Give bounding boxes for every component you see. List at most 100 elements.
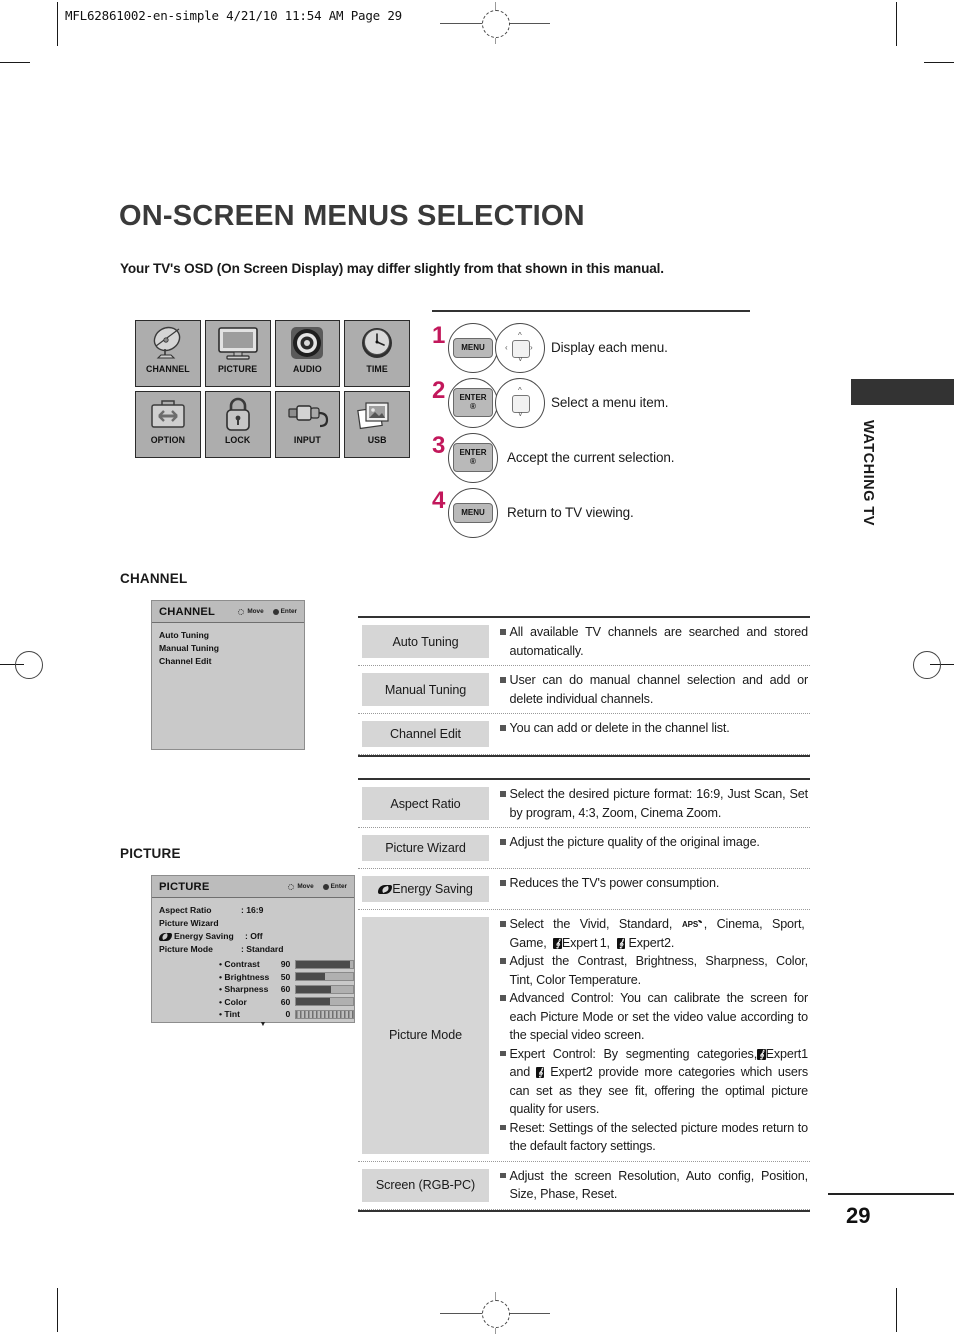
- print-slug: MFL62861002-en-simple 4/21/10 11:54 AM P…: [65, 8, 402, 23]
- row-desc-cell: Adjust the picture quality of the origin…: [493, 828, 810, 868]
- aps-logo-icon: APS: [682, 916, 704, 929]
- registration-mark-left: [8, 640, 48, 688]
- slider-bar[interactable]: [295, 959, 354, 969]
- steps-list: 1 MENU ^ ˅ ‹ › Display each menu. 2 ENTE…: [432, 310, 752, 540]
- osd-hint-enter: Enter: [322, 883, 347, 890]
- osd-item-value: : 16:9: [241, 905, 264, 915]
- bullet-square-icon: [500, 791, 506, 797]
- menu-icon-picture[interactable]: PICTURE: [204, 320, 271, 387]
- menu-icon-label: AUDIO: [292, 364, 322, 374]
- osd-slider-row[interactable]: • Brightness 50: [219, 971, 354, 984]
- steps-top-rule: [432, 310, 750, 312]
- slider-bar[interactable]: [295, 984, 354, 994]
- slider-label: • Color: [219, 996, 247, 1007]
- expert-badge-icon: 𝄞: [553, 937, 562, 949]
- menu-icon-audio[interactable]: AUDIO: [274, 320, 341, 387]
- bullet-item: Reduces the TV's power consumption.: [500, 874, 808, 893]
- crop-mark-top-right-h: [924, 62, 954, 63]
- menu-icon-label: CHANNEL: [146, 364, 190, 374]
- dpad-4way-icon: ^ ˅ ‹ ›: [505, 330, 533, 364]
- menu-icon-usb[interactable]: USB: [344, 391, 410, 458]
- table-row: Channel Edit You can add or delete in th…: [358, 714, 810, 755]
- eco-icon: [378, 884, 393, 894]
- channel-osd-panel: CHANNEL Move Enter Auto Tuning Manual Tu…: [151, 600, 305, 750]
- osd-menu-item[interactable]: Aspect Ratio : 16:9: [159, 904, 354, 917]
- tv-monitor-icon: [206, 321, 270, 365]
- menu-key-button[interactable]: MENU: [448, 322, 498, 373]
- osd-menu-item[interactable]: Manual Tuning: [159, 642, 304, 655]
- slider-bar[interactable]: [295, 997, 354, 1007]
- osd-menu-item[interactable]: Energy Saving : Off: [159, 930, 354, 943]
- osd-slider-row[interactable]: • Contrast 90: [219, 958, 354, 971]
- enter-key-button[interactable]: ENTER ®: [448, 377, 498, 428]
- bullet-square-icon: [500, 995, 506, 1001]
- bullet-item: Advanced Control: You can calibrate the …: [500, 989, 808, 1045]
- table-row: Picture Wizard Adjust the picture qualit…: [358, 828, 810, 869]
- eco-icon: [159, 932, 172, 941]
- toolbox-icon: [136, 392, 200, 436]
- row-name-label: Picture Mode: [362, 917, 489, 1154]
- osd-menu-item[interactable]: Auto Tuning: [159, 629, 304, 642]
- row-name-label: Picture Wizard: [362, 835, 489, 861]
- dpad-4way-key[interactable]: ^ ˅ ‹ ›: [495, 322, 545, 373]
- sidebar-section-label: WATCHING TV: [860, 420, 876, 526]
- menu-icon-lock[interactable]: LOCK: [204, 391, 271, 458]
- osd-menu-item[interactable]: Channel Edit: [159, 655, 304, 668]
- crop-mark-top-right-v: [896, 2, 897, 46]
- channel-description-table: Auto Tuning All available TV channels ar…: [358, 616, 810, 757]
- osd-hint-move-label: Move: [247, 608, 264, 615]
- bullet-square-icon: [500, 725, 506, 731]
- osd-item-value: : Standard: [241, 944, 284, 954]
- menu-key-label: MENU: [453, 337, 493, 358]
- step-1: 1 MENU ^ ˅ ‹ › Display each menu.: [432, 320, 752, 375]
- osd-hint-move: Move: [287, 883, 314, 891]
- slider-bar[interactable]: [295, 1009, 354, 1019]
- row-desc-cell: Select the Vivid, Standard, APS , Cinema…: [493, 910, 810, 1161]
- enter-key-text: ENTER: [459, 448, 487, 457]
- osd-item-label: Aspect Ratio: [159, 905, 212, 915]
- rca-plug-icon: [276, 392, 340, 436]
- dpad-updown-icon: ^ ˅: [505, 386, 535, 418]
- osd-menu-item[interactable]: Picture Mode : Standard: [159, 943, 354, 956]
- table-row: Energy Saving Reduces the TV's power con…: [358, 869, 810, 910]
- row-name-label: Manual Tuning: [362, 673, 489, 706]
- svg-text:APS: APS: [682, 920, 699, 929]
- row-name-cell: Aspect Ratio: [358, 780, 493, 827]
- row-name-label: Channel Edit: [362, 721, 489, 747]
- menu-icon-channel[interactable]: CHANNEL: [135, 320, 201, 387]
- dpad-updown-key[interactable]: ^ ˅: [495, 377, 545, 428]
- row-desc-cell: User can do manual channel selection and…: [493, 666, 810, 713]
- menu-icon-input[interactable]: INPUT: [274, 391, 341, 458]
- row-name-cell: Screen (RGB-PC): [358, 1162, 493, 1209]
- slider-bar[interactable]: [295, 972, 354, 982]
- osd-item-label: Energy Saving: [174, 931, 234, 941]
- enter-key-button[interactable]: ENTER ®: [448, 432, 498, 483]
- bullet-square-icon: [500, 1050, 506, 1056]
- osd-slider-row[interactable]: • Color 60: [219, 996, 354, 1009]
- osd-item-value: : Off: [245, 931, 263, 941]
- osd-slider-row[interactable]: • Tint 0: [219, 1008, 354, 1021]
- crop-mark-top-left-v: [57, 2, 58, 46]
- osd-menu-item[interactable]: Picture Wizard: [159, 917, 354, 930]
- osd-more-caret[interactable]: ▼: [219, 1021, 307, 1029]
- menu-icon-time[interactable]: TIME: [344, 320, 410, 387]
- enter-dot-icon: [272, 608, 279, 615]
- menu-key-button[interactable]: MENU: [448, 487, 498, 538]
- table-row: Manual Tuning User can do manual channel…: [358, 666, 810, 714]
- satellite-dish-icon: [136, 321, 200, 365]
- bullet-square-icon: [500, 958, 506, 964]
- enter-key-label: ENTER ®: [453, 388, 493, 417]
- menu-icon-option[interactable]: OPTION: [135, 391, 201, 458]
- step-number: 1: [432, 322, 446, 349]
- row-name-cell: Picture Mode: [358, 910, 493, 1161]
- slider-value: 60: [280, 984, 291, 994]
- step-number: 4: [432, 487, 446, 514]
- bullet-square-icon: [500, 1172, 506, 1178]
- slider-value: 90: [280, 959, 291, 969]
- picture-description-table: Aspect Ratio Select the desired picture …: [358, 778, 810, 1212]
- bullet-square-icon: [500, 921, 506, 927]
- menu-icon-label: INPUT: [293, 435, 321, 445]
- bullet-text: Adjust the Contrast, Brightness, Sharpne…: [509, 954, 809, 987]
- osd-item-label: Picture Mode: [159, 944, 213, 954]
- osd-slider-row[interactable]: • Sharpness 60: [219, 983, 354, 996]
